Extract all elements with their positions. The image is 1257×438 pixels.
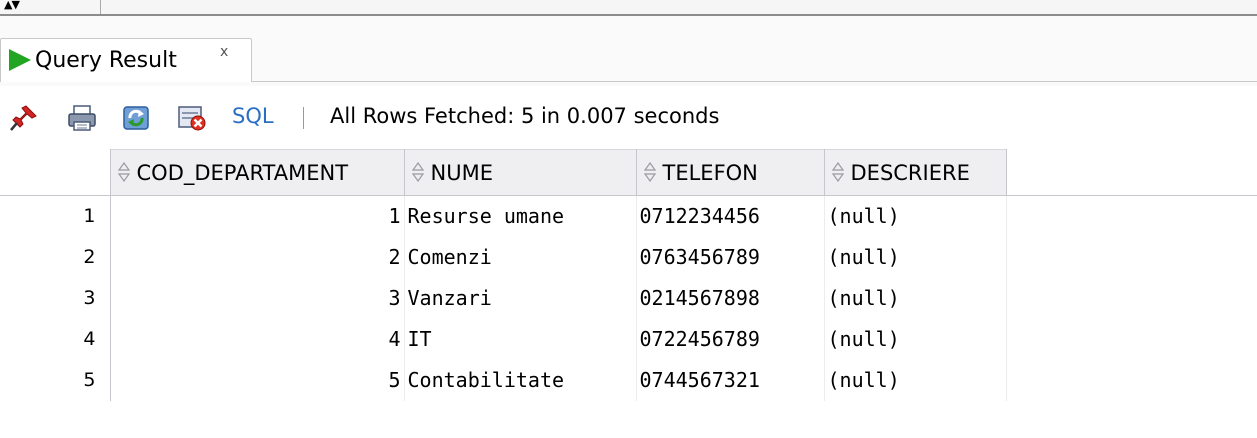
cell-cod-departament[interactable]: 5 — [110, 359, 405, 401]
fetch-status: All Rows Fetched: 5 in 0.007 seconds — [330, 104, 720, 128]
panel-splitter[interactable]: ▲▼ — [0, 0, 1257, 16]
row-number[interactable]: 4 — [0, 318, 111, 360]
sort-icon — [411, 161, 424, 182]
cell-cod-departament[interactable]: 2 — [110, 236, 405, 278]
cell-telefon[interactable]: 0722456789 — [636, 318, 825, 360]
tab-close-icon[interactable]: x — [220, 44, 228, 60]
column-header-label: NUME — [430, 160, 493, 185]
row-filler — [1006, 196, 1257, 237]
sort-icon — [117, 161, 130, 182]
column-header-nume[interactable]: NUME — [403, 149, 637, 196]
cell-nume[interactable]: Contabilitate — [404, 359, 637, 401]
table-row[interactable]: 5 5 Contabilitate 0744567321 (null) — [0, 359, 1257, 401]
result-toolbar: SQL All Rows Fetched: 5 in 0.007 seconds — [0, 87, 1257, 147]
grid-header-row: COD_DEPARTAMENT NUME TELEFON DESCRIERE — [0, 149, 1257, 196]
tab-underline — [252, 81, 1257, 82]
cancel-icon[interactable] — [176, 104, 208, 132]
cell-nume[interactable]: IT — [404, 318, 637, 360]
table-row[interactable]: 2 2 Comenzi 0763456789 (null) — [0, 236, 1257, 278]
cell-descriere[interactable]: (null) — [824, 318, 1007, 360]
row-filler — [1006, 278, 1257, 319]
cell-descriere[interactable]: (null) — [824, 195, 1007, 237]
cell-telefon[interactable]: 0744567321 — [636, 359, 825, 401]
pin-icon[interactable] — [8, 104, 40, 132]
toolbar-separator — [303, 107, 304, 129]
cell-descriere[interactable]: (null) — [824, 277, 1007, 319]
run-icon — [9, 49, 31, 71]
tab-query-result[interactable]: Query Result x — [0, 38, 252, 82]
cell-nume[interactable]: Resurse umane — [404, 195, 637, 237]
row-number[interactable]: 1 — [0, 195, 111, 237]
refresh-icon[interactable] — [120, 104, 152, 132]
cell-telefon[interactable]: 0712234456 — [636, 195, 825, 237]
column-header-cod-departament[interactable]: COD_DEPARTAMENT — [109, 149, 405, 196]
cell-telefon[interactable]: 0763456789 — [636, 236, 825, 278]
result-grid: COD_DEPARTAMENT NUME TELEFON DESCRIERE 1… — [0, 149, 1257, 401]
column-header-label: TELEFON — [662, 160, 758, 185]
row-filler — [1006, 319, 1257, 360]
cell-nume[interactable]: Comenzi — [404, 236, 637, 278]
row-filler — [1006, 360, 1257, 401]
table-row[interactable]: 3 3 Vanzari 0214567898 (null) — [0, 277, 1257, 319]
table-row[interactable]: 4 4 IT 0722456789 (null) — [0, 318, 1257, 360]
row-number-header — [0, 149, 111, 196]
print-icon[interactable] — [66, 104, 98, 132]
cell-telefon[interactable]: 0214567898 — [636, 277, 825, 319]
result-tab-bar: Query Result x — [0, 16, 1257, 86]
cell-nume[interactable]: Vanzari — [404, 277, 637, 319]
splitter-divider — [100, 0, 101, 14]
cell-descriere[interactable]: (null) — [824, 359, 1007, 401]
cell-cod-departament[interactable]: 1 — [110, 195, 405, 237]
row-number[interactable]: 3 — [0, 277, 111, 319]
tab-query-result-label: Query Result — [35, 48, 177, 73]
row-number[interactable]: 5 — [0, 359, 111, 401]
sort-icon — [643, 161, 656, 182]
table-row[interactable]: 1 1 Resurse umane 0712234456 (null) — [0, 195, 1257, 237]
column-header-label: DESCRIERE — [850, 160, 970, 185]
cell-cod-departament[interactable]: 4 — [110, 318, 405, 360]
row-filler — [1006, 237, 1257, 278]
column-header-descriere[interactable]: DESCRIERE — [823, 149, 1007, 196]
splitter-arrows-icon[interactable]: ▲▼ — [4, 0, 20, 10]
cell-cod-departament[interactable]: 3 — [110, 277, 405, 319]
sort-icon — [831, 161, 844, 182]
sql-link[interactable]: SQL — [232, 101, 274, 131]
column-header-telefon[interactable]: TELEFON — [635, 149, 825, 196]
column-header-label: COD_DEPARTAMENT — [136, 160, 349, 185]
row-number[interactable]: 2 — [0, 236, 111, 278]
cell-descriere[interactable]: (null) — [824, 236, 1007, 278]
header-filler — [1006, 149, 1257, 196]
